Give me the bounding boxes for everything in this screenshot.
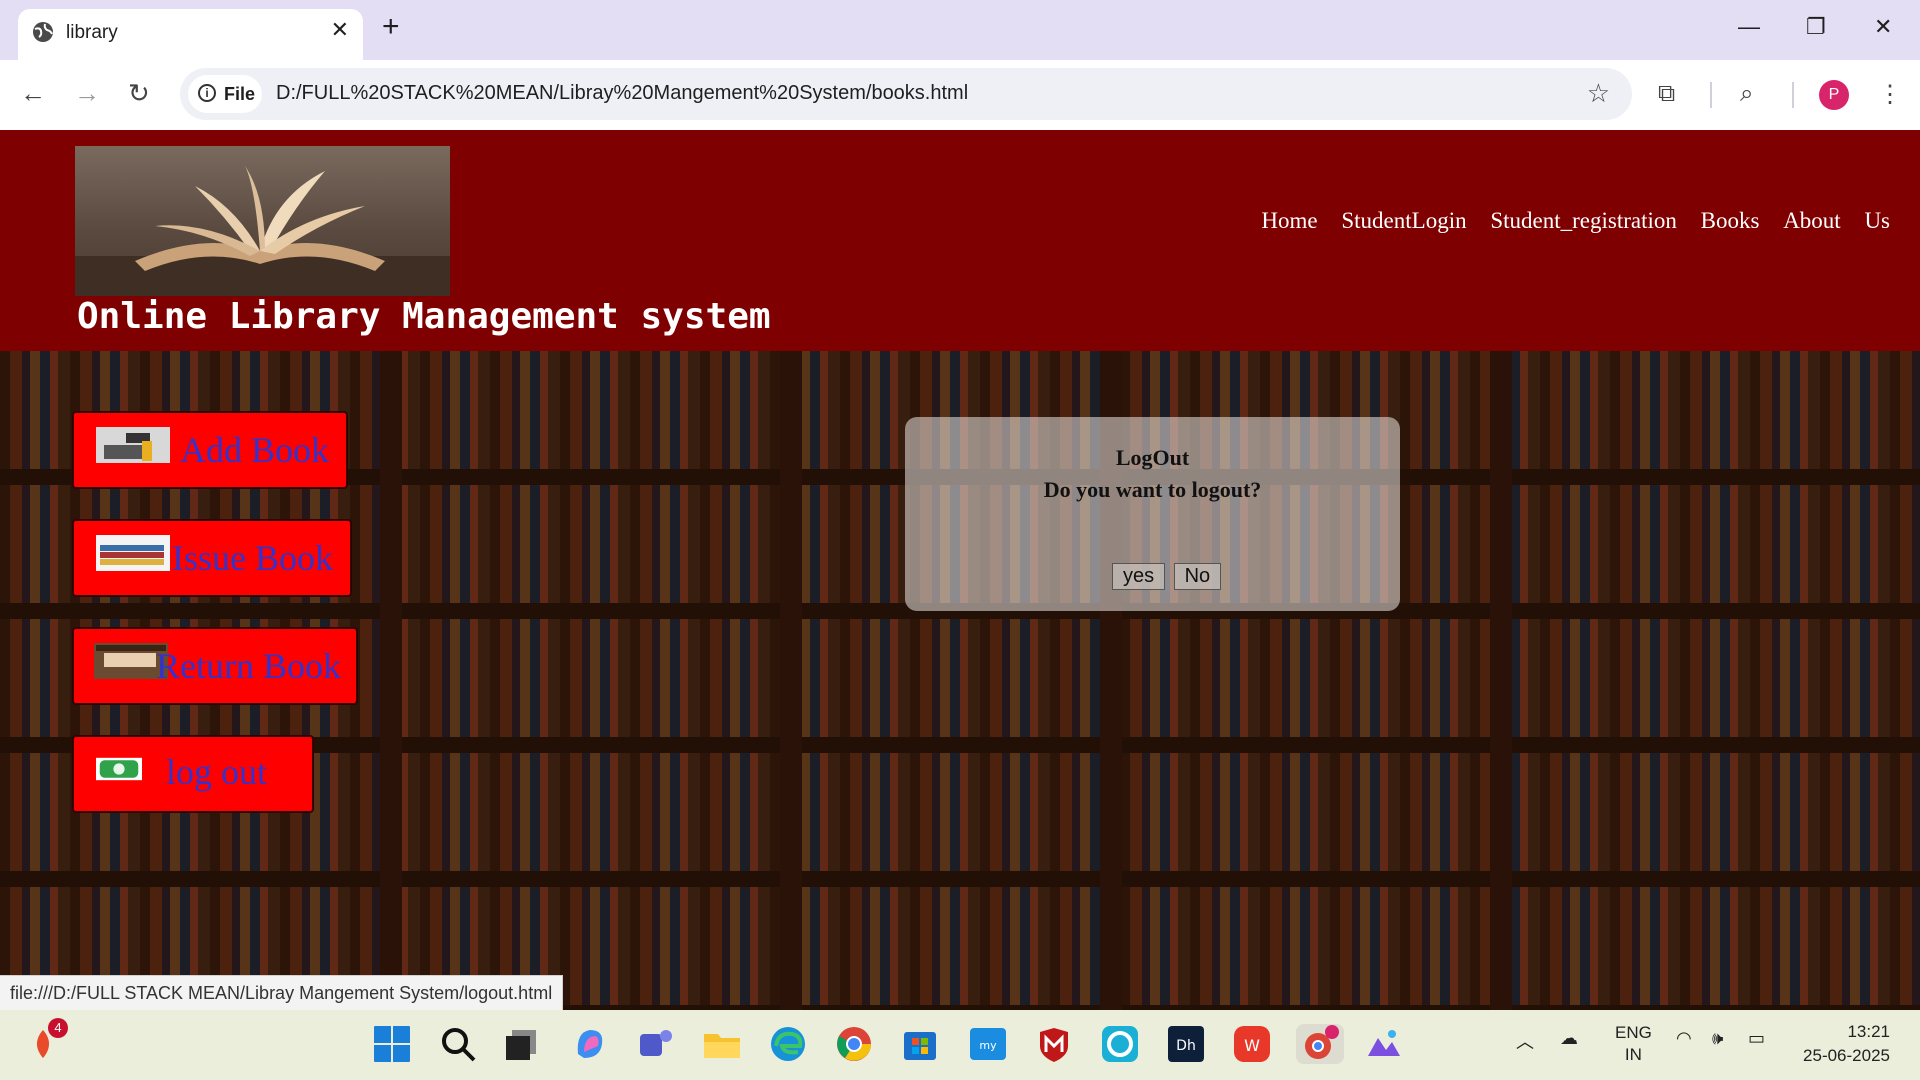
globe-icon bbox=[33, 22, 53, 42]
toolbar-divider bbox=[1792, 82, 1794, 108]
svg-text:Dh: Dh bbox=[1176, 1038, 1196, 1054]
task-view-icon[interactable] bbox=[502, 1024, 542, 1064]
issue-book-button[interactable]: Issue Book bbox=[72, 519, 352, 597]
chrome-icon[interactable] bbox=[834, 1024, 874, 1064]
wps-office-icon[interactable]: W bbox=[1232, 1024, 1272, 1064]
minimize-icon[interactable]: — bbox=[1738, 14, 1760, 40]
edge-browser-icon[interactable] bbox=[768, 1024, 808, 1064]
add-book-button[interactable]: Add Book bbox=[72, 411, 348, 489]
nav-books[interactable]: Books bbox=[1701, 208, 1760, 233]
browser-toolbar: ← → ↻ i File D:/FULL%20STACK%20MEAN/Libr… bbox=[0, 60, 1920, 130]
shelf-post bbox=[780, 351, 802, 1010]
mcafee-icon[interactable] bbox=[1034, 1024, 1074, 1064]
shelf-post bbox=[380, 351, 402, 1010]
shelf-post bbox=[1490, 351, 1512, 1010]
menu-kebab-icon[interactable]: ⋮ bbox=[1878, 80, 1902, 109]
show-hidden-icons-chevron-icon[interactable]: ︿ bbox=[1516, 1028, 1534, 1054]
wifi-icon[interactable]: ◠ bbox=[1676, 1028, 1692, 1049]
new-tab-button[interactable]: + bbox=[382, 12, 400, 42]
return-book-button[interactable]: Return Book bbox=[72, 627, 358, 705]
chrome-profile-icon[interactable] bbox=[1296, 1024, 1344, 1064]
clock-time: 13:21 bbox=[1847, 1022, 1890, 1041]
microsoft-store-icon[interactable] bbox=[900, 1024, 940, 1064]
file-explorer-icon[interactable] bbox=[702, 1024, 742, 1064]
bookmark-star-icon[interactable]: ☆ bbox=[1587, 78, 1610, 109]
nav-home[interactable]: Home bbox=[1261, 208, 1317, 233]
add-book-icon bbox=[96, 427, 170, 463]
onedrive-cloud-icon[interactable]: ☁ bbox=[1560, 1028, 1578, 1049]
logout-icon bbox=[96, 757, 142, 781]
top-navigation: Home StudentLogin Student_registration B… bbox=[1243, 208, 1890, 234]
window-close-icon[interactable]: ✕ bbox=[1874, 14, 1892, 40]
battery-icon[interactable]: ▭ bbox=[1748, 1028, 1765, 1049]
windows-taskbar: 4 my Dh W ︿ ☁ ENG IN ◠ 🕪 ▭ 13:21 25-06-2… bbox=[0, 1010, 1920, 1080]
url-text[interactable]: D:/FULL%20STACK%20MEAN/Libray%20Mangemen… bbox=[276, 82, 968, 105]
forward-icon[interactable]: → bbox=[74, 80, 100, 106]
tab-search-icon[interactable]: ⌕ bbox=[1740, 80, 1753, 108]
no-button[interactable]: No bbox=[1173, 563, 1222, 590]
myhp-icon[interactable]: my bbox=[968, 1024, 1008, 1064]
info-icon: i bbox=[198, 84, 216, 102]
notification-badge: 4 bbox=[48, 1018, 68, 1038]
site-header: Online Library Management system Home St… bbox=[0, 130, 1920, 351]
restore-icon[interactable]: ❐ bbox=[1806, 14, 1826, 40]
language-code: ENG bbox=[1615, 1023, 1652, 1042]
bookshelf-background: Add Book Issue Book Return Book log out … bbox=[0, 351, 1920, 1010]
tab-close-icon[interactable]: ✕ bbox=[331, 17, 349, 43]
browser-tab[interactable]: library ✕ bbox=[18, 9, 363, 60]
profile-avatar[interactable]: P bbox=[1819, 80, 1849, 110]
dailyhunt-icon[interactable]: Dh bbox=[1166, 1024, 1206, 1064]
search-icon[interactable] bbox=[438, 1024, 478, 1064]
clock-date: 25-06-2025 bbox=[1803, 1046, 1890, 1065]
tab-strip: library ✕ + — ❐ ✕ bbox=[0, 0, 1920, 60]
windows-start-icon[interactable] bbox=[372, 1024, 412, 1064]
log-out-label: log out bbox=[166, 752, 268, 792]
photos-app-icon[interactable] bbox=[1364, 1024, 1404, 1064]
copilot-icon[interactable] bbox=[570, 1024, 610, 1064]
toolbar-divider bbox=[1710, 82, 1712, 108]
system-clock[interactable]: 13:21 25-06-2025 bbox=[1803, 1020, 1890, 1068]
tab-title: library bbox=[66, 22, 118, 43]
open-book-icon bbox=[75, 166, 450, 296]
region-code: IN bbox=[1624, 1045, 1642, 1064]
teams-icon[interactable] bbox=[636, 1024, 676, 1064]
open-book-logo bbox=[75, 146, 450, 296]
svg-text:W: W bbox=[1244, 1036, 1260, 1055]
dialog-buttons: yes No bbox=[1112, 563, 1225, 590]
alexa-icon[interactable] bbox=[1100, 1024, 1140, 1064]
add-book-label: Add Book bbox=[180, 430, 330, 470]
address-bar[interactable]: i File D:/FULL%20STACK%20MEAN/Libray%20M… bbox=[180, 68, 1632, 120]
language-indicator[interactable]: ENG IN bbox=[1615, 1022, 1652, 1066]
return-book-label: Return Book bbox=[156, 646, 341, 686]
reload-icon[interactable]: ↻ bbox=[128, 80, 150, 106]
back-icon[interactable]: ← bbox=[20, 80, 46, 106]
logout-dialog: LogOut Do you want to logout? yes No bbox=[905, 417, 1400, 611]
dialog-title: LogOut bbox=[1115, 445, 1190, 470]
nav-student-login[interactable]: StudentLogin bbox=[1341, 208, 1466, 233]
svg-text:my: my bbox=[979, 1039, 997, 1052]
nav-student-registration[interactable]: Student_registration bbox=[1490, 208, 1677, 233]
link-status-bar: file:///D:/FULL STACK MEAN/Libray Mangem… bbox=[0, 975, 564, 1011]
dialog-message: Do you want to logout? bbox=[1043, 477, 1262, 502]
site-title: Online Library Management system bbox=[77, 296, 771, 337]
issue-book-label: Issue Book bbox=[172, 538, 333, 578]
nav-about[interactable]: About bbox=[1783, 208, 1841, 233]
volume-icon[interactable]: 🕪 bbox=[1712, 1028, 1723, 1049]
log-out-button[interactable]: log out bbox=[72, 735, 314, 813]
issue-book-icon bbox=[96, 535, 170, 571]
web-page: Online Library Management system Home St… bbox=[0, 130, 1920, 1010]
nav-us[interactable]: Us bbox=[1864, 208, 1890, 233]
site-info-chip[interactable]: i File bbox=[188, 75, 262, 113]
extensions-icon[interactable]: ⧉ bbox=[1658, 80, 1675, 108]
site-info-label: File bbox=[224, 84, 256, 104]
yes-button[interactable]: yes bbox=[1112, 563, 1166, 590]
